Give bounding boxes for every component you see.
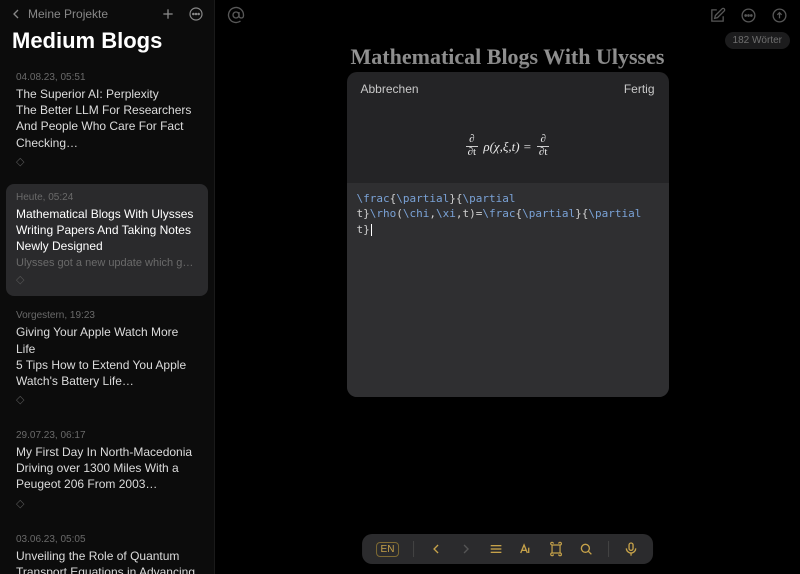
note-title: The Superior AI: Perplexity The Better L… (16, 86, 198, 151)
note-title: Mathematical Blogs With Ulysses Writing … (16, 206, 198, 255)
compose-icon (709, 7, 726, 24)
note-title: My First Day In North-Macedonia Driving … (16, 444, 198, 493)
back-label: Meine Projekte (28, 7, 108, 21)
fraction-numerator: ∂ (537, 134, 550, 147)
note-item[interactable]: 29.07.23, 06:17 My First Day In North-Mac… (6, 422, 208, 520)
note-item[interactable]: Vorgestern, 19:23 Giving Your Apple Watch… (6, 302, 208, 416)
note-preview: Ulysses got a new update which got me ex… (16, 257, 198, 269)
chevron-right-icon (458, 541, 474, 557)
fraction-denominator: ∂t (466, 147, 479, 160)
note-glyph-icon: ◇ (16, 273, 198, 286)
note-glyph-icon: ◇ (16, 155, 198, 168)
fraction-denominator: ∂t (537, 147, 550, 160)
redo-button[interactable] (458, 541, 474, 557)
equation-preview: ∂ ∂t ρ(χ,ξ,t) = ∂ ∂t (347, 106, 669, 183)
latex-input[interactable]: \frac{\partial}{\partial t}\rho(\chi,\xi… (347, 183, 669, 397)
note-item[interactable]: Heute, 05:24 Mathematical Blogs With Ulys… (6, 184, 208, 297)
chevron-left-icon (428, 541, 444, 557)
equation-editor-modal: Abbrechen Fertig ∂ ∂t ρ(χ,ξ,t) = ∂ ∂t \f… (347, 72, 669, 397)
note-date: 04.08.23, 05:51 (16, 72, 198, 83)
text-style-button[interactable] (518, 541, 534, 557)
done-button[interactable]: Fertig (624, 82, 655, 96)
text-icon (518, 541, 534, 557)
note-glyph-icon: ◇ (16, 393, 198, 406)
note-date: Heute, 05:24 (16, 192, 198, 203)
modal-header: Abbrechen Fertig (347, 72, 669, 106)
fraction: ∂ ∂t (537, 134, 550, 159)
sidebar-header: Meine Projekte (0, 0, 214, 26)
back-button[interactable]: Meine Projekte (8, 6, 108, 22)
at-icon (227, 6, 245, 24)
search-icon (578, 541, 594, 557)
document-title: Mathematical Blogs With Ulysses (275, 44, 740, 70)
new-note-button[interactable] (160, 6, 176, 22)
command-icon (548, 541, 564, 557)
note-glyph-icon: ◇ (16, 497, 198, 510)
microphone-icon (623, 541, 639, 557)
note-item[interactable]: 04.08.23, 05:51 The Superior AI: Perplexi… (6, 64, 208, 178)
separator (413, 541, 414, 557)
fraction-numerator: ∂ (466, 134, 479, 147)
keyboard-toolbar: EN (362, 534, 654, 564)
note-date: 03.06.23, 05:05 (16, 534, 198, 545)
sidebar-title: Medium Blogs (0, 26, 214, 64)
command-button[interactable] (548, 541, 564, 557)
word-count-badge[interactable]: 182 Wörter (725, 32, 790, 49)
note-title: Giving Your Apple Watch More Life 5 Tips… (16, 324, 198, 389)
cancel-button[interactable]: Abbrechen (361, 82, 419, 96)
export-button[interactable] (771, 7, 788, 24)
editor-pane: 182 Wörter Mathematical Blogs With Ulyss… (215, 0, 800, 574)
sidebar-more-button[interactable] (188, 6, 204, 22)
undo-button[interactable] (428, 541, 444, 557)
export-icon (771, 7, 788, 24)
list-button[interactable] (488, 541, 504, 557)
note-title: Unveiling the Role of Quantum Transport … (16, 548, 198, 574)
list-icon (488, 541, 504, 557)
more-circle-icon (188, 6, 204, 22)
note-item[interactable]: 03.06.23, 05:05 Unveiling the Role of Qua… (6, 526, 208, 574)
dictation-button[interactable] (623, 541, 639, 557)
note-date: 29.07.23, 06:17 (16, 430, 198, 441)
note-date: Vorgestern, 19:23 (16, 310, 198, 321)
fraction: ∂ ∂t (466, 134, 479, 159)
search-button[interactable] (578, 541, 594, 557)
equation-mid: ρ(χ,ξ,t) = (481, 139, 533, 154)
language-button[interactable]: EN (376, 542, 400, 557)
plus-icon (160, 6, 176, 22)
text-caret (371, 224, 372, 236)
chevron-left-icon (8, 6, 24, 22)
main-more-button[interactable] (740, 7, 757, 24)
editor-toolbar-top (215, 0, 800, 26)
note-list: 04.08.23, 05:51 The Superior AI: Perplexi… (0, 64, 214, 574)
separator (608, 541, 609, 557)
more-circle-icon (740, 7, 757, 24)
attachments-button[interactable] (227, 6, 245, 24)
sidebar: Meine Projekte Medium Blogs 04.08.23, 05… (0, 0, 215, 574)
compose-button[interactable] (709, 7, 726, 24)
